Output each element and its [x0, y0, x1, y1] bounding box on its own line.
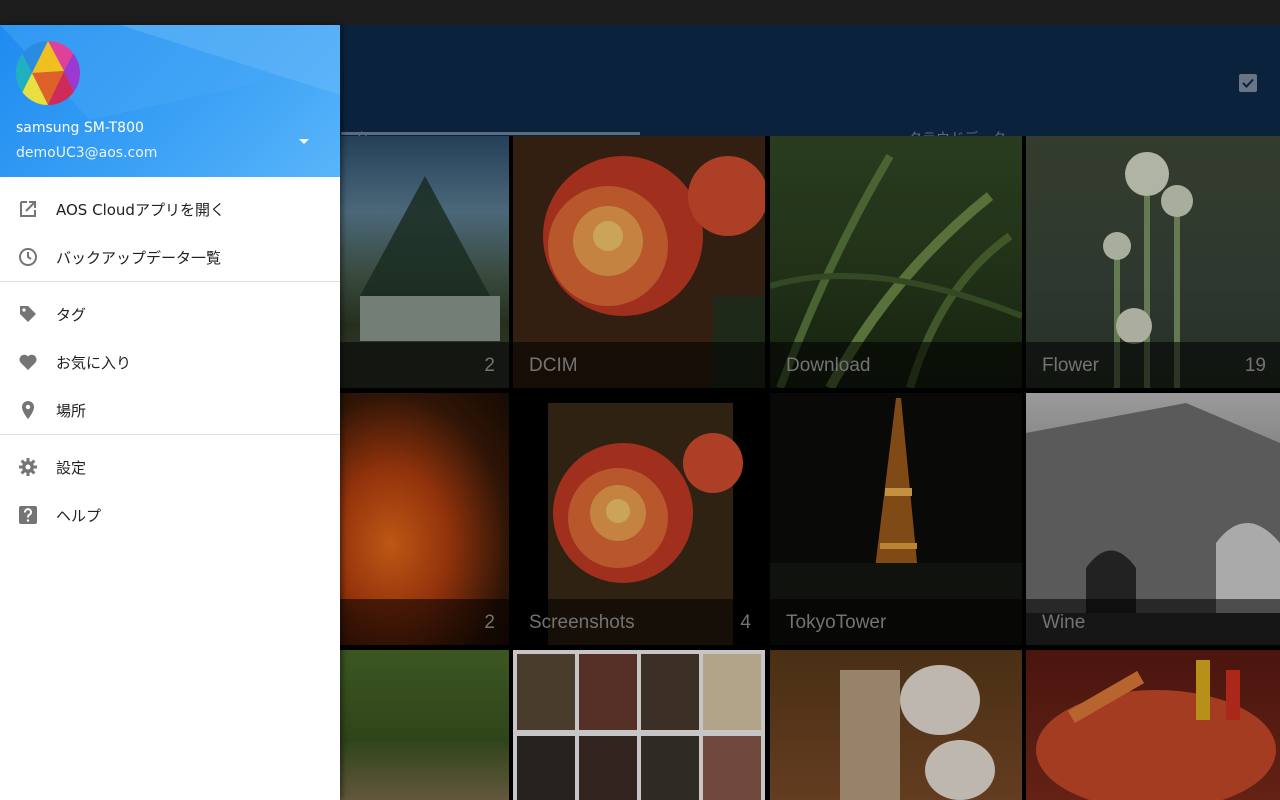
- drawer-menu: AOS Cloudアプリを開く バックアップデータ一覧 タグ お気に入り 場所 …: [0, 185, 340, 539]
- location-pin-icon: [22, 401, 34, 419]
- avatar-image: [16, 41, 80, 105]
- menu-item-places[interactable]: 場所: [0, 386, 340, 434]
- account-email: demoUC3@aos.com: [16, 145, 158, 161]
- account-header: samsung SM-T800 demoUC3@aos.com: [0, 25, 340, 177]
- status-bar: [0, 0, 1280, 25]
- account-name: samsung SM-T800: [16, 120, 144, 136]
- navigation-drawer: samsung SM-T800 demoUC3@aos.com AOS Clou…: [0, 25, 340, 800]
- menu-item-tags[interactable]: タグ: [0, 290, 340, 338]
- open-in-new-icon: [20, 201, 36, 217]
- menu-item-backup-list[interactable]: バックアップデータ一覧: [0, 233, 340, 281]
- avatar[interactable]: [16, 41, 80, 105]
- dropdown-arrow-icon[interactable]: [296, 133, 312, 149]
- menu-item-settings[interactable]: 設定: [0, 443, 340, 491]
- menu-item-open-aos-cloud[interactable]: AOS Cloudアプリを開く: [0, 185, 340, 233]
- menu-item-help[interactable]: ヘルプ: [0, 491, 340, 539]
- gear-icon: [19, 458, 37, 476]
- heart-icon: [19, 354, 37, 370]
- help-icon: [19, 506, 37, 524]
- menu-item-favorites[interactable]: お気に入り: [0, 338, 340, 386]
- history-icon: [19, 248, 37, 266]
- tag-icon: [20, 306, 36, 322]
- drawer-scrim[interactable]: [340, 25, 1280, 800]
